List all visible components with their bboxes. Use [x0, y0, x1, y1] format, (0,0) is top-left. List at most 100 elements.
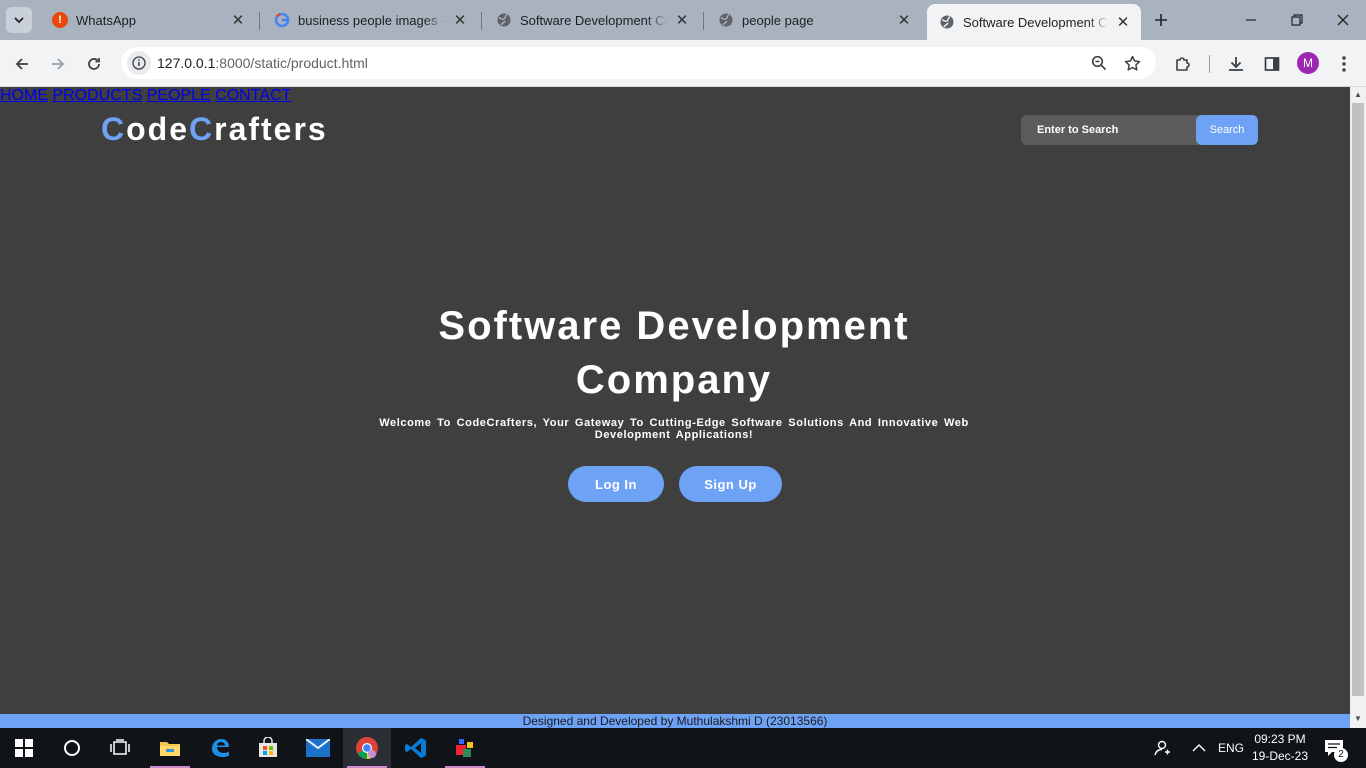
vscode-button[interactable] [392, 728, 440, 768]
arrow-right-icon [52, 58, 65, 70]
reload-button[interactable] [81, 51, 107, 77]
profile-avatar[interactable]: M [1297, 52, 1319, 74]
forward-button[interactable] [45, 51, 71, 77]
google-icon [274, 12, 290, 28]
whatsapp-alert-icon: ! [52, 12, 68, 28]
tab-title: Software Development Comp [520, 12, 668, 28]
extensions-button[interactable] [1170, 51, 1196, 77]
reload-icon [88, 58, 100, 70]
main-nav: HOME PRODUCTS PEOPLE CONTACT [0, 87, 1350, 105]
side-panel-button[interactable] [1259, 51, 1285, 77]
windows-icon [15, 739, 33, 757]
tab-title: business people images - Go [298, 12, 446, 28]
zoom-button[interactable] [1087, 51, 1111, 75]
tray-overflow-button[interactable] [1192, 728, 1206, 768]
search-input[interactable] [1021, 115, 1196, 145]
bookmark-button[interactable] [1120, 51, 1144, 75]
restore-button[interactable] [1285, 8, 1309, 32]
start-button[interactable] [0, 728, 48, 768]
language-indicator[interactable]: ENG [1218, 728, 1244, 768]
url-path: :8000/static/product.html [215, 55, 368, 71]
tab-separator [481, 12, 482, 30]
tab-software-dev-active[interactable]: Software Development Comp ✕ [927, 4, 1141, 40]
tab-title: Software Development Comp [963, 14, 1109, 30]
tab-separator [259, 12, 260, 30]
close-window-button[interactable] [1331, 8, 1355, 32]
minimize-icon [1246, 19, 1256, 21]
store-button[interactable] [244, 728, 292, 768]
info-icon [132, 56, 146, 70]
windows-taskbar: ENG 09:23 PM 19-Dec-23 2 [0, 728, 1366, 768]
close-icon[interactable]: ✕ [1115, 14, 1131, 31]
vscode-icon [405, 738, 426, 758]
hero-subtitle: Welcome To CodeCrafters, Your Gateway To… [379, 417, 969, 441]
close-icon[interactable]: ✕ [674, 12, 690, 29]
site-logo[interactable]: CodeCrafters [101, 111, 328, 148]
clock-time: 09:23 PM [1254, 732, 1306, 746]
logo-letter: C [101, 111, 127, 147]
mail-icon [306, 739, 330, 757]
close-icon[interactable]: ✕ [896, 12, 912, 29]
notification-center-button[interactable]: 2 [1324, 728, 1348, 768]
edge-button[interactable] [196, 728, 244, 768]
tab-bar: ! WhatsApp ✕ business people images - Go… [0, 0, 1366, 40]
side-panel-icon [1264, 57, 1280, 71]
scroll-thumb[interactable] [1352, 103, 1364, 696]
new-tab-button[interactable] [1150, 9, 1172, 31]
nav-products[interactable]: PRODUCTS [52, 87, 142, 104]
search-button[interactable]: Search [1196, 115, 1258, 145]
task-view-icon [110, 739, 130, 755]
notification-count: 2 [1334, 748, 1348, 762]
tab-separator [703, 12, 704, 30]
chrome-icon [356, 737, 378, 759]
folder-icon [160, 742, 180, 756]
taskbar-clock[interactable]: 09:23 PM 19-Dec-23 [1248, 731, 1312, 765]
tab-whatsapp[interactable]: ! WhatsApp ✕ [40, 4, 256, 36]
browser-toolbar: 127.0.0.1:8000/static/product.html M [0, 40, 1366, 87]
tab-business-people[interactable]: business people images - Go ✕ [262, 4, 478, 36]
close-icon [1337, 14, 1349, 26]
task-view-button[interactable] [96, 728, 144, 768]
globe-icon [939, 14, 955, 30]
tab-people-page[interactable]: people page ✕ [706, 4, 922, 36]
signup-button[interactable]: Sign Up [679, 466, 782, 502]
zoom-icon [1091, 55, 1107, 71]
plus-icon [1155, 14, 1167, 26]
search-box: Search [1021, 115, 1258, 145]
minimize-button[interactable] [1239, 8, 1263, 32]
url-host: 127.0.0.1 [157, 55, 216, 71]
app-button[interactable] [441, 728, 489, 768]
nav-people[interactable]: PEOPLE [147, 87, 211, 104]
nav-home[interactable]: HOME [0, 87, 48, 104]
back-button[interactable] [9, 51, 35, 77]
menu-button[interactable] [1331, 51, 1357, 77]
chevron-up-icon [1192, 744, 1206, 752]
scroll-down-icon[interactable]: ▼ [1353, 714, 1363, 724]
login-button[interactable]: Log In [568, 466, 664, 502]
page-scrollbar[interactable]: ▲ ▼ [1350, 87, 1366, 728]
logo-letter: C [189, 111, 215, 147]
clock-date: 19-Dec-23 [1251, 749, 1309, 763]
mail-button[interactable] [294, 728, 342, 768]
app-icon [456, 739, 473, 757]
url-text: 127.0.0.1:8000/static/product.html [157, 55, 368, 71]
close-icon[interactable]: ✕ [452, 12, 468, 29]
tab-software-dev-1[interactable]: Software Development Comp ✕ [484, 4, 700, 36]
tab-title: people page [742, 12, 814, 28]
search-taskbar-button[interactable] [48, 728, 96, 768]
downloads-button[interactable] [1223, 51, 1249, 77]
file-explorer-button[interactable] [146, 728, 194, 768]
globe-icon [496, 12, 512, 28]
address-bar[interactable]: 127.0.0.1:8000/static/product.html [121, 47, 1156, 79]
site-info-button[interactable] [127, 51, 151, 75]
scroll-up-icon[interactable]: ▲ [1353, 90, 1363, 100]
chrome-button[interactable] [343, 728, 391, 768]
tab-search-button[interactable] [6, 7, 32, 33]
chevron-down-icon [14, 17, 24, 24]
people-tray-button[interactable] [1153, 728, 1171, 768]
puzzle-icon [1176, 57, 1190, 71]
close-icon[interactable]: ✕ [230, 12, 246, 29]
cortana-icon [64, 740, 80, 756]
store-icon [259, 737, 277, 757]
nav-contact[interactable]: CONTACT [215, 87, 291, 104]
